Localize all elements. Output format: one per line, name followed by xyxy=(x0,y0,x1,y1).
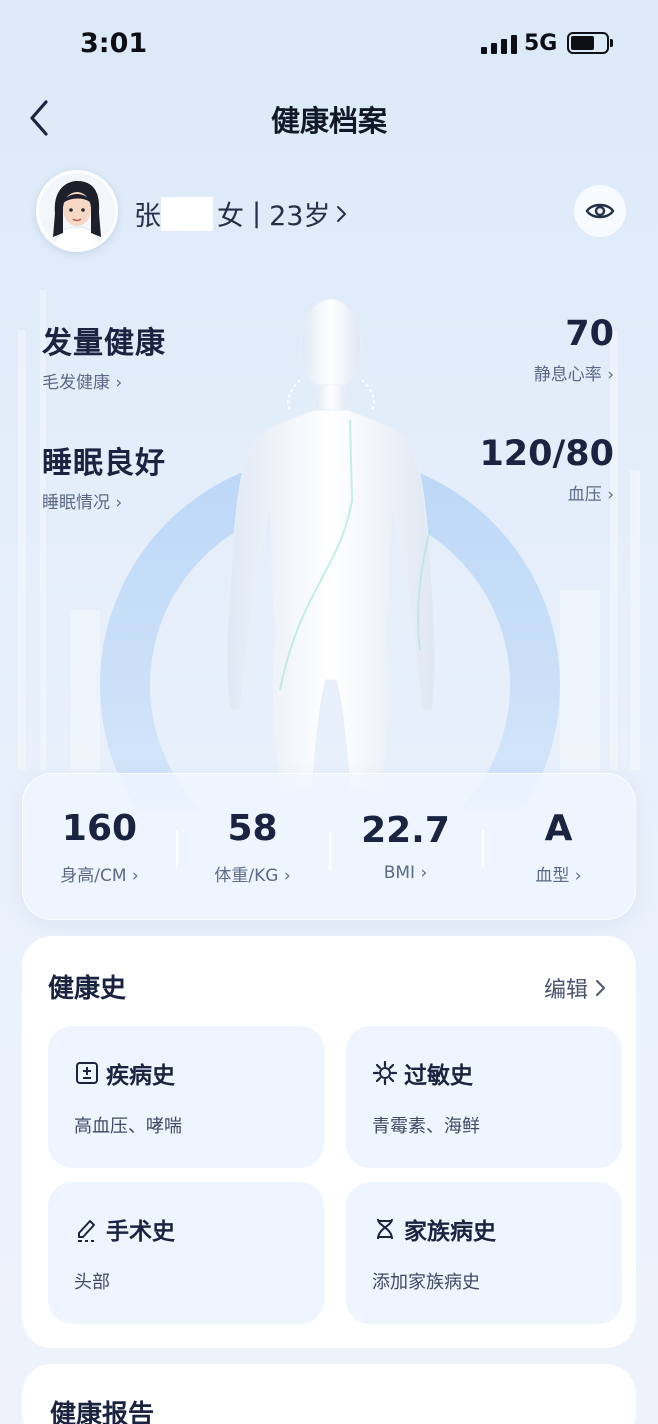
name-mask xyxy=(161,196,213,231)
eye-icon xyxy=(585,203,615,219)
signal-icon xyxy=(481,34,517,54)
hair-health-label: 毛发健康 › xyxy=(42,373,123,393)
family-history-title: 家族病史 xyxy=(404,1219,496,1245)
sleep-value: 睡眠良好 xyxy=(42,446,166,481)
weight-label-text: 体重/KG xyxy=(214,865,279,886)
allergy-history-tile[interactable]: 过敏史 青霉素、海鲜 xyxy=(346,1026,622,1168)
surgery-history-title: 手术史 xyxy=(106,1219,175,1245)
battery-icon xyxy=(567,32,613,54)
heart-rate-label-text: 静息心率 xyxy=(533,365,602,385)
disease-history-tile[interactable]: 疾病史 高血压、哮喘 xyxy=(48,1026,324,1168)
status-time: 3:01 xyxy=(80,28,148,59)
health-report-title: 健康报告 xyxy=(50,1400,155,1424)
blood-type-label: 血型 › xyxy=(535,865,582,886)
profile-separator: | xyxy=(252,198,262,229)
blood-type-stat[interactable]: A 血型 › xyxy=(482,808,635,886)
weight-label: 体重/KG › xyxy=(214,865,291,886)
heart-rate-metric[interactable]: 70 静息心率 › xyxy=(534,314,614,385)
heart-rate-value: 70 xyxy=(565,314,614,354)
height-label-text: 身高/CM xyxy=(60,865,127,886)
allergy-gear-icon xyxy=(372,1060,398,1086)
disease-history-title: 疾病史 xyxy=(106,1063,175,1089)
allergy-history-desc: 青霉素、海鲜 xyxy=(372,1116,480,1137)
hair-health-value: 发量健康 xyxy=(42,326,166,361)
edit-label: 编辑 xyxy=(543,978,588,1003)
dna-icon xyxy=(377,1218,393,1240)
bmi-stat[interactable]: 22.7 BMI › xyxy=(329,810,482,883)
hair-health-label-text: 毛发健康 xyxy=(42,373,110,393)
allergy-history-title: 过敏史 xyxy=(404,1063,473,1089)
privacy-toggle-button[interactable] xyxy=(574,185,626,237)
height-stat[interactable]: 160 身高/CM › xyxy=(23,808,176,886)
health-report-card[interactable]: 健康报告 xyxy=(22,1364,636,1424)
surgery-history-desc: 头部 xyxy=(74,1272,110,1293)
battery-level xyxy=(571,36,595,50)
surgery-history-tile[interactable]: 手术史 头部 xyxy=(48,1182,324,1324)
family-history-tile[interactable]: 家族病史 添加家族病史 xyxy=(346,1182,622,1324)
bmi-label: BMI › xyxy=(383,863,428,883)
medical-record-icon xyxy=(76,1062,98,1084)
health-history-title: 健康史 xyxy=(48,974,127,1004)
status-bar: 3:01 5G xyxy=(0,0,658,90)
sleep-label: 睡眠情况 › xyxy=(42,493,123,513)
hair-health-metric[interactable]: 发量健康 毛发健康 › xyxy=(42,318,166,393)
avatar-image xyxy=(39,173,115,249)
health-history-card: 健康史 编辑 疾病史 高血压、哮喘 过敏史 青霉素、海鲜 手术史 头部 家族病史… xyxy=(22,936,636,1348)
body-stats-card: 160 身高/CM › 58 体重/KG › 22.7 BMI › A 血型 › xyxy=(22,773,636,920)
bmi-label-text: BMI xyxy=(383,863,416,883)
height-value: 160 xyxy=(61,807,138,849)
blood-type-label-text: 血型 xyxy=(535,865,570,886)
profile-age: 23岁 xyxy=(269,201,331,232)
blood-pressure-label: 血压 › xyxy=(567,485,614,505)
chevron-right-icon xyxy=(596,980,605,996)
profile-gender: 女 xyxy=(217,201,244,232)
edit-button[interactable]: 编辑 xyxy=(544,972,608,1004)
page-title: 健康档案 xyxy=(270,104,387,138)
family-history-desc: 添加家族病史 xyxy=(372,1272,480,1293)
disease-history-desc: 高血压、哮喘 xyxy=(74,1116,182,1137)
blood-pressure-label-text: 血压 xyxy=(567,485,602,505)
network-type: 5G xyxy=(524,31,558,56)
sleep-metric[interactable]: 睡眠良好 睡眠情况 › xyxy=(42,438,166,513)
profile-info[interactable]: 张 女 | 23岁 xyxy=(134,194,350,233)
avatar[interactable] xyxy=(36,170,118,252)
profile-surname: 张 xyxy=(134,201,161,232)
blood-pressure-value: 120/80 xyxy=(479,434,614,474)
heart-rate-label: 静息心率 › xyxy=(533,365,614,385)
scalpel-pen-icon xyxy=(78,1220,95,1242)
blood-type-value: A xyxy=(544,807,573,849)
chevron-right-icon xyxy=(337,205,347,222)
blood-pressure-metric[interactable]: 120/80 血压 › xyxy=(479,434,614,505)
weight-value: 58 xyxy=(227,807,278,849)
height-label: 身高/CM › xyxy=(60,865,139,886)
weight-stat[interactable]: 58 体重/KG › xyxy=(176,808,329,886)
sleep-label-text: 睡眠情况 xyxy=(42,493,110,513)
bmi-value: 22.7 xyxy=(361,810,450,851)
